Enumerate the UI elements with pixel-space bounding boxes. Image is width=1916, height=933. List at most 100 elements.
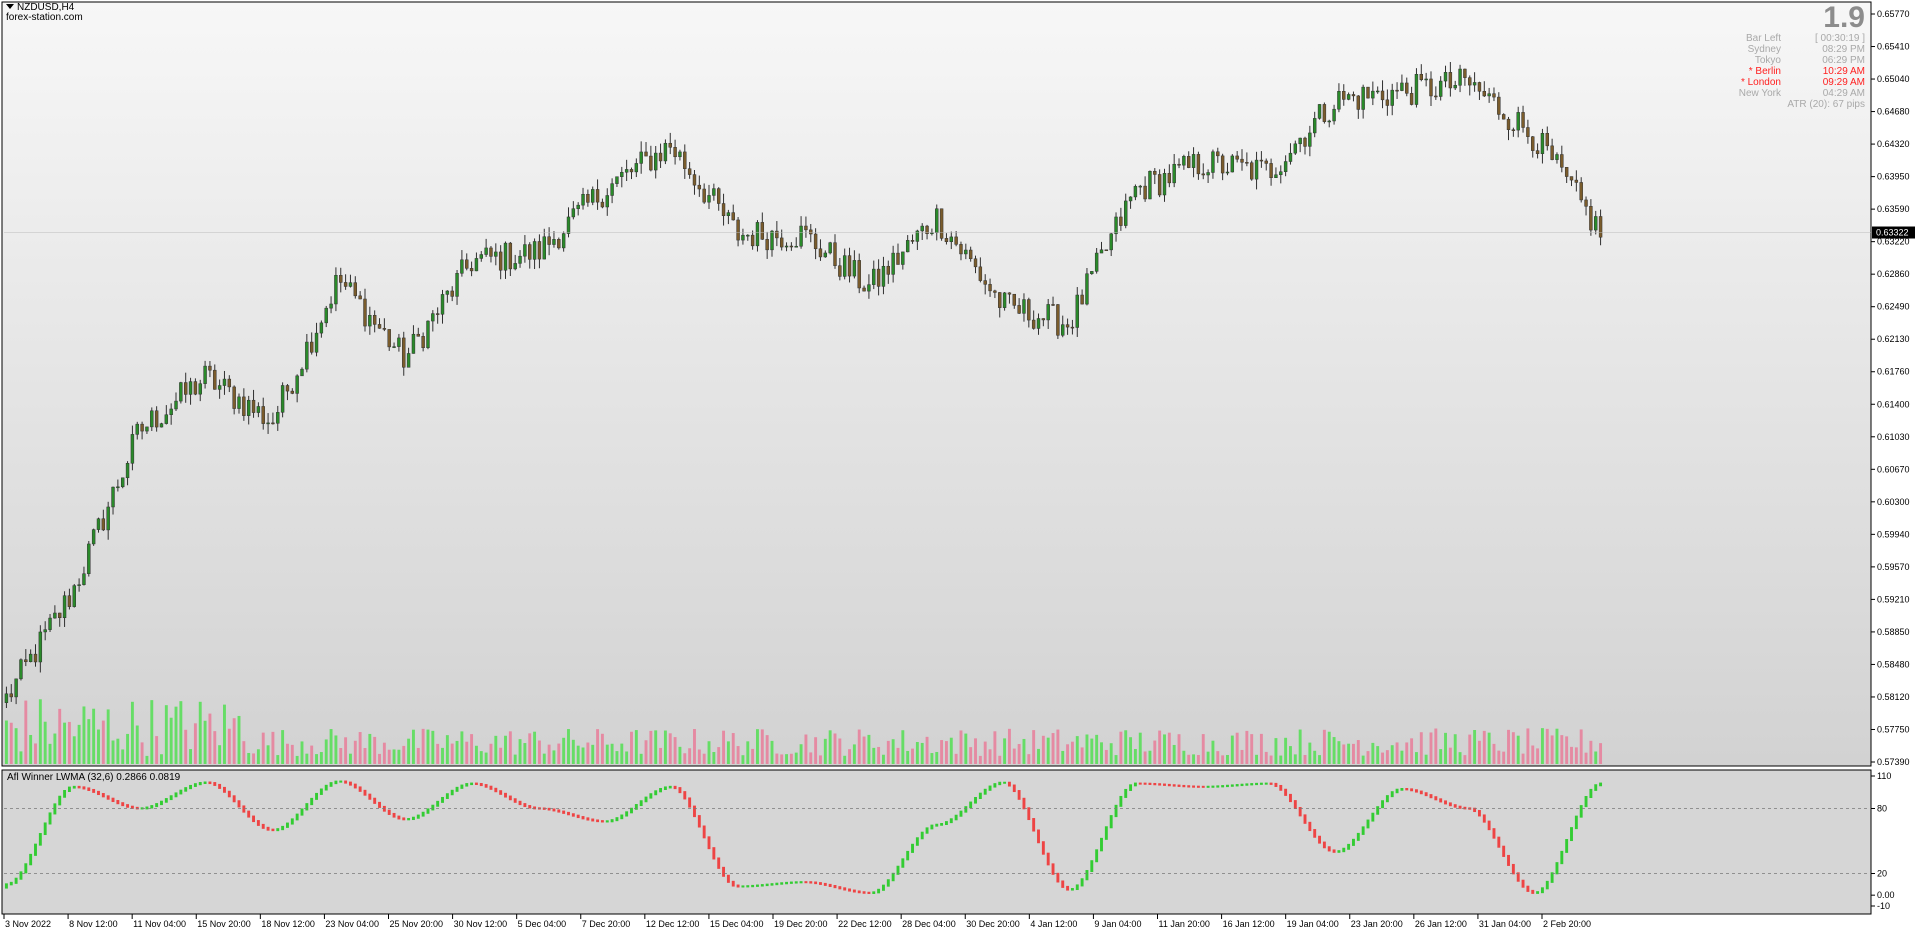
candle-body	[1375, 90, 1380, 93]
indicator-bar	[1502, 845, 1506, 857]
candle-body	[1492, 93, 1496, 98]
candle-body	[237, 396, 241, 409]
candle-body	[1443, 72, 1448, 82]
candle-body	[469, 268, 474, 272]
candle-body	[528, 244, 532, 260]
indicator-bar	[722, 866, 726, 877]
indicator-bar	[513, 798, 517, 803]
candle-body	[440, 294, 445, 315]
volume-bar	[964, 733, 968, 764]
candle-body	[1220, 155, 1225, 174]
indicator-bar	[300, 808, 304, 816]
time-tick-label: 31 Jan 04:00	[1479, 919, 1531, 929]
volume-bar	[610, 743, 614, 764]
volume-bar	[339, 748, 343, 764]
indicator-bar	[770, 883, 774, 886]
indicator-bar	[567, 811, 570, 816]
volume-bar	[1085, 734, 1089, 764]
candle-body	[1070, 326, 1075, 329]
indicator-bar	[697, 815, 701, 828]
volume-bar	[668, 733, 672, 764]
candle-body	[726, 212, 731, 216]
candle-body	[978, 266, 983, 281]
candle-body	[1201, 173, 1205, 176]
indicator-bar	[586, 817, 590, 821]
indicator-bar	[4, 883, 8, 889]
candle-body	[799, 225, 803, 247]
volume-bar	[373, 736, 377, 764]
candle-body	[1424, 78, 1428, 81]
volume-bar	[1284, 737, 1288, 764]
candle-body	[67, 595, 72, 607]
candle-body	[150, 410, 154, 428]
time-tick-label: 19 Jan 04:00	[1287, 919, 1339, 929]
volume-bar	[489, 743, 493, 764]
indicator-bar	[775, 882, 779, 886]
indicator-label[interactable]: Afl Winner LWMA (32,6) 0.2866 0.0819	[7, 772, 180, 783]
volume-bar	[1192, 754, 1196, 764]
time-tick-label: 3 Nov 2022	[5, 919, 51, 929]
candle-body	[305, 341, 309, 370]
candle-body	[532, 241, 537, 260]
time-tick-label: 28 Dec 04:00	[902, 919, 956, 929]
candle-body	[639, 151, 643, 164]
candle-body	[654, 152, 658, 171]
candle-body	[266, 422, 270, 425]
volume-bar	[1022, 738, 1026, 764]
indicator-bar	[286, 822, 289, 828]
volume-bar	[760, 729, 764, 764]
indicator-bar	[993, 783, 997, 788]
volume-bar	[1032, 730, 1036, 764]
volume-bar	[843, 755, 847, 764]
volume-bar	[1066, 744, 1070, 764]
volume-bar	[746, 741, 750, 764]
volume-bar	[1477, 740, 1481, 764]
candle-body	[862, 287, 866, 292]
indicator-bar	[198, 781, 202, 786]
candle-body	[1361, 86, 1365, 110]
indicator-bar	[1366, 819, 1370, 829]
candle-body	[72, 585, 76, 607]
candle-body	[1250, 162, 1254, 180]
indicator-bar	[479, 782, 483, 787]
candle-body	[353, 282, 357, 297]
candle-body	[1153, 170, 1157, 175]
candle-body	[828, 242, 832, 254]
price-tick-label: 0.63590	[1877, 204, 1910, 214]
price-tick-label: 0.57390	[1877, 757, 1910, 767]
indicator-bar	[1211, 785, 1215, 788]
volume-bar	[1274, 738, 1278, 764]
volume-bar	[92, 708, 96, 764]
indicator-bar	[809, 881, 813, 884]
candle-body	[838, 265, 842, 277]
volume-bar	[1056, 729, 1060, 764]
volume-bar	[988, 749, 992, 764]
candle-body	[644, 151, 648, 157]
volume-bar	[697, 749, 701, 764]
volume-bar	[1356, 740, 1360, 764]
indicator-bar	[1313, 829, 1317, 838]
candle-body	[1540, 133, 1545, 154]
indicator-bar	[53, 803, 57, 815]
volume-bar	[1376, 746, 1380, 764]
chart-canvas[interactable]: 0.65770 0.65410 0.65040 0.64680 0.64320 0.639…	[0, 0, 1916, 933]
volume-bar	[411, 729, 415, 764]
volume-bar	[441, 747, 444, 764]
candle-body	[106, 506, 110, 531]
indicator-bar	[213, 782, 217, 786]
candle-body	[1419, 74, 1423, 80]
indicator-bar	[659, 787, 663, 793]
indicator-bar	[169, 795, 173, 801]
time-tick-label: 19 Dec 20:00	[774, 919, 828, 929]
indicator-bar	[901, 858, 905, 868]
indicator-bar	[717, 857, 721, 869]
indicator-bar	[668, 785, 672, 789]
indicator-bar	[426, 808, 430, 814]
time-tick-label: 26 Jan 12:00	[1415, 919, 1467, 929]
volume-bar	[523, 743, 527, 764]
chart-window[interactable]: 0.65770 0.65410 0.65040 0.64680 0.64320 0.639…	[0, 0, 1916, 933]
volume-bar	[557, 743, 561, 764]
volume-bar	[63, 722, 67, 764]
indicator-bar	[455, 786, 459, 792]
indicator-axis: 110 80 20 0.00-10	[1871, 771, 1895, 911]
